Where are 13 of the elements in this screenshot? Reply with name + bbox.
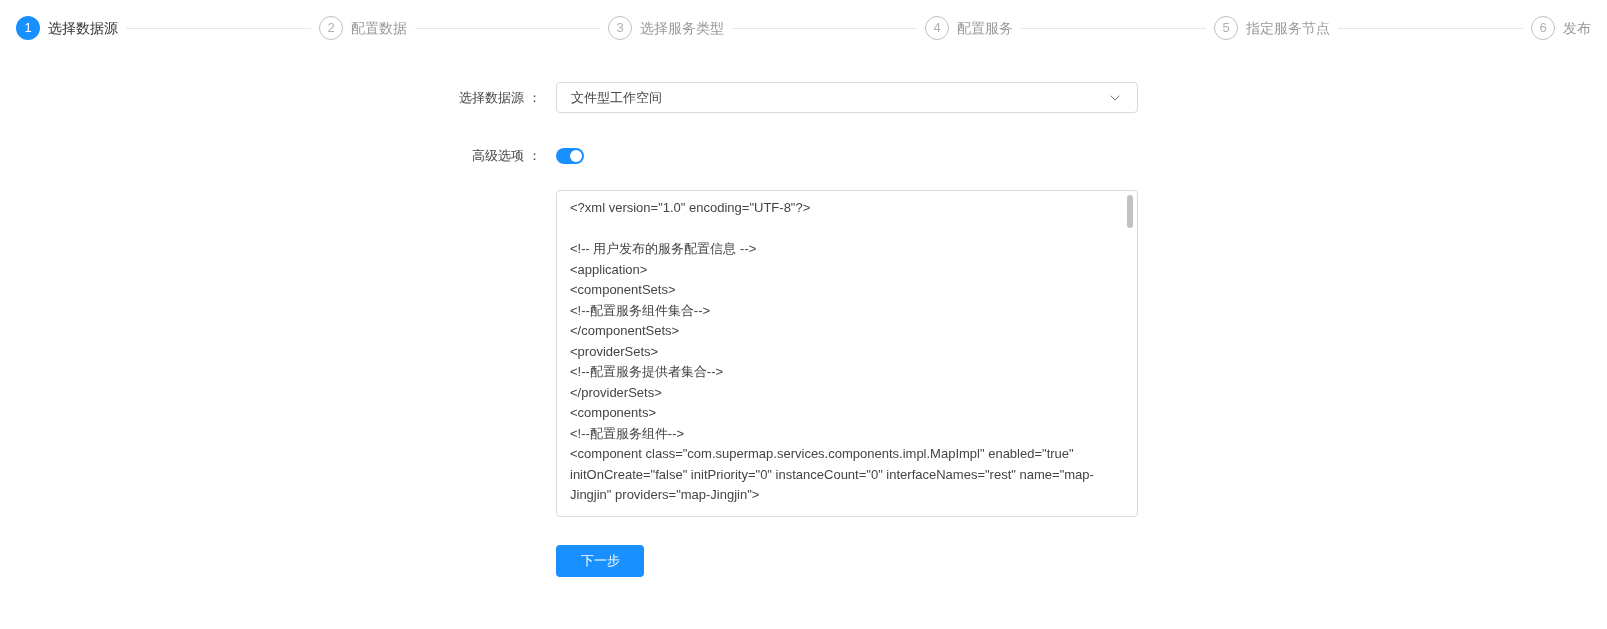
advanced-toggle[interactable] <box>556 148 584 164</box>
step-label: 选择数据源 <box>48 18 118 38</box>
step-number: 1 <box>16 16 40 40</box>
step-label: 配置数据 <box>351 18 407 38</box>
step-label: 选择服务类型 <box>640 18 724 38</box>
field-label: 高级选项 ： <box>471 147 542 166</box>
xml-editor-field[interactable]: <?xml version="1.0" encoding="UTF-8"?> <!-- 用户发布的服务配置信息 --> <application> <componentSets> <!--配置服务组件集合--> </componentSets> <providerSets> <!--配置服务提供者集合--> </providerSets> <components> <!--配置服务组件--> <component class="com.supermap.services.components.impl.MapImpl" enabled="true" initOnCreate="false" initPriority="0" instanceCount="0" interfaceNames="rest" name="map-Jingjin" providers="map-Jingjin"> <box>556 190 1138 517</box>
step-label: 指定服务节点 <box>1246 18 1330 38</box>
data-source-select[interactable]: 文件型工作空间 <box>556 82 1138 113</box>
scrollbar-thumb[interactable] <box>1127 195 1133 228</box>
field-label: 选择数据源 ： <box>458 88 542 107</box>
step-label: 配置服务 <box>957 18 1013 38</box>
step-label: 发布 <box>1563 18 1591 38</box>
